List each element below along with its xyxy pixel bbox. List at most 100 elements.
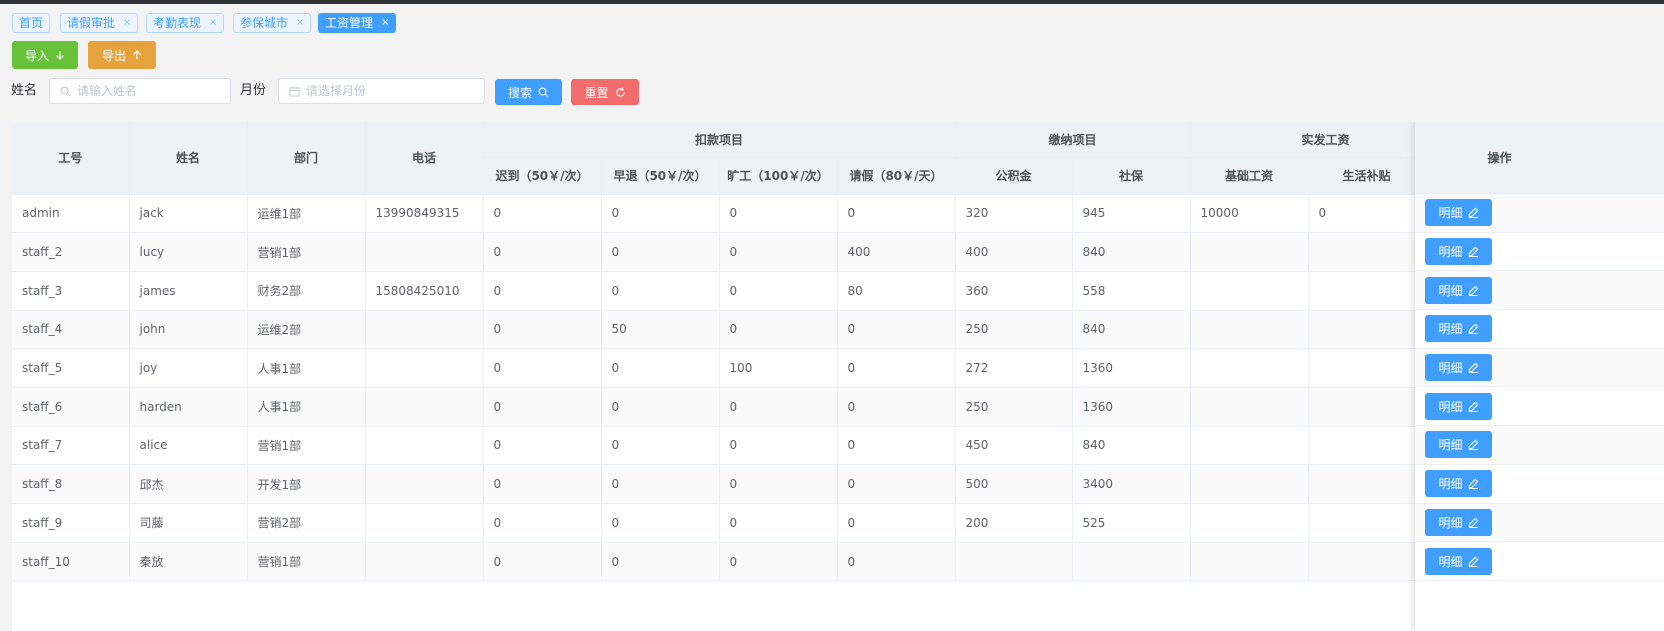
detail-button[interactable]: 明细 xyxy=(1425,354,1492,382)
cell-early: 0 xyxy=(601,387,720,427)
cell-fund: 360 xyxy=(955,271,1073,311)
col-header-name: 姓名 xyxy=(129,122,248,195)
edit-icon xyxy=(1468,285,1478,296)
table-row: staff_2 lucy 营销1部 0 0 0 400 400 840 xyxy=(12,232,1416,272)
action-cell: 明细 xyxy=(1415,310,1664,349)
name-filter-label: 姓名 xyxy=(11,83,38,98)
cell-social: 3400 xyxy=(1072,464,1191,504)
table-row: staff_6 harden 人事1部 0 0 0 0 250 1360 xyxy=(12,387,1416,427)
cell-id: staff_7 xyxy=(12,426,130,466)
detail-button-label: 明细 xyxy=(1438,438,1463,453)
detail-button[interactable]: 明细 xyxy=(1425,315,1492,343)
detail-button[interactable]: 明细 xyxy=(1425,547,1492,575)
calendar-icon xyxy=(289,86,300,97)
month-picker-wrapper[interactable] xyxy=(278,78,485,104)
detail-button[interactable]: 明细 xyxy=(1425,238,1492,266)
cell-late: 0 xyxy=(483,387,602,427)
cell-id: admin xyxy=(12,194,130,234)
col-header-phone: 电话 xyxy=(365,122,484,195)
search-icon xyxy=(538,87,549,97)
edit-icon xyxy=(1468,401,1478,412)
tag-item[interactable]: 参保城市 × xyxy=(233,13,312,33)
cell-leave: 0 xyxy=(837,503,956,543)
tag-item[interactable]: 工资管理 × xyxy=(318,13,397,33)
cell-subsidy xyxy=(1308,426,1416,466)
cell-social: 840 xyxy=(1072,310,1191,350)
cell-leave: 400 xyxy=(837,232,956,272)
col-header-absent: 旷工（100￥/次） xyxy=(719,157,838,195)
action-cell: 明细 xyxy=(1415,426,1664,465)
cell-absent: 0 xyxy=(719,464,838,504)
detail-button[interactable]: 明细 xyxy=(1425,199,1492,227)
detail-button[interactable]: 明细 xyxy=(1425,276,1492,304)
cell-subsidy xyxy=(1308,542,1416,582)
salary-table-main: 工号 姓名 部门 电话 扣款项目 缴纳项目 实发工资 迟到（50￥/次） 早退（… xyxy=(12,122,1416,582)
close-icon[interactable]: × xyxy=(381,14,389,32)
cell-fund: 250 xyxy=(955,310,1073,350)
action-cell: 明细 xyxy=(1415,503,1664,543)
edit-icon xyxy=(1468,324,1478,335)
col-group-deduction: 扣款项目 xyxy=(483,122,956,158)
cell-social: 558 xyxy=(1072,271,1191,311)
cell-social: 945 xyxy=(1072,194,1191,234)
import-button[interactable]: 导入 xyxy=(12,41,78,69)
name-input-wrapper[interactable] xyxy=(49,78,231,104)
edit-icon xyxy=(1468,517,1478,528)
export-button[interactable]: 导出 xyxy=(88,41,156,69)
cell-name: 邱杰 xyxy=(129,464,248,504)
cell-absent: 0 xyxy=(719,271,838,311)
cell-late: 0 xyxy=(483,542,602,582)
tag-item[interactable]: 考勤表现 × xyxy=(146,13,225,33)
cell-id: staff_8 xyxy=(12,464,130,504)
cell-fund: 320 xyxy=(955,194,1073,234)
cell-base xyxy=(1190,426,1309,466)
cell-early: 0 xyxy=(601,348,720,388)
detail-button-label: 明细 xyxy=(1438,245,1463,260)
tag-item[interactable]: 请假审批 × xyxy=(60,13,139,33)
search-button[interactable]: 搜索 xyxy=(495,79,562,105)
search-button-label: 搜索 xyxy=(507,85,532,100)
cell-name: john xyxy=(129,310,248,350)
month-filter-label: 月份 xyxy=(240,83,267,98)
cell-absent: 0 xyxy=(719,387,838,427)
detail-button[interactable]: 明细 xyxy=(1425,431,1492,459)
cell-base xyxy=(1190,348,1309,388)
detail-button[interactable]: 明细 xyxy=(1425,392,1492,420)
detail-button-label: 明细 xyxy=(1438,477,1463,492)
cell-base: 10000 xyxy=(1190,194,1309,234)
detail-button[interactable]: 明细 xyxy=(1425,508,1492,536)
search-icon xyxy=(60,86,71,96)
col-header-subsidy: 生活补贴 xyxy=(1308,157,1416,195)
col-header-social: 社保 xyxy=(1072,157,1191,195)
col-group-payment: 缴纳项目 xyxy=(955,122,1191,158)
cell-base xyxy=(1190,271,1309,311)
cell-name: alice xyxy=(129,426,248,466)
cell-early: 0 xyxy=(601,194,720,234)
cell-dept: 营销1部 xyxy=(247,232,366,272)
cell-dept: 营销1部 xyxy=(247,542,366,582)
cell-dept: 人事1部 xyxy=(247,348,366,388)
action-cell: 明细 xyxy=(1415,387,1664,427)
cell-base xyxy=(1190,387,1309,427)
cell-leave: 0 xyxy=(837,464,956,504)
edit-icon xyxy=(1468,362,1478,374)
close-icon[interactable]: × xyxy=(209,14,217,32)
cell-base xyxy=(1190,503,1309,543)
close-icon[interactable]: × xyxy=(123,14,131,32)
action-cell: 明细 xyxy=(1415,271,1664,311)
cell-late: 0 xyxy=(483,232,602,272)
detail-button[interactable]: 明细 xyxy=(1425,470,1492,498)
action-cell: 明细 xyxy=(1415,233,1664,272)
salary-table: 工号 姓名 部门 电话 扣款项目 缴纳项目 实发工资 迟到（50￥/次） 早退（… xyxy=(12,122,1664,631)
name-input[interactable] xyxy=(77,84,217,98)
close-icon[interactable]: × xyxy=(296,14,304,32)
cell-base xyxy=(1190,310,1309,350)
cell-dept: 财务2部 xyxy=(247,271,366,311)
cell-fund: 200 xyxy=(955,503,1073,543)
detail-button-label: 明细 xyxy=(1438,399,1463,414)
month-picker-input[interactable] xyxy=(306,84,446,98)
tag-item[interactable]: 首页 xyxy=(12,13,51,33)
cell-social: 840 xyxy=(1072,232,1191,272)
reset-button[interactable]: 重置 xyxy=(571,79,639,105)
cell-leave: 0 xyxy=(837,348,956,388)
